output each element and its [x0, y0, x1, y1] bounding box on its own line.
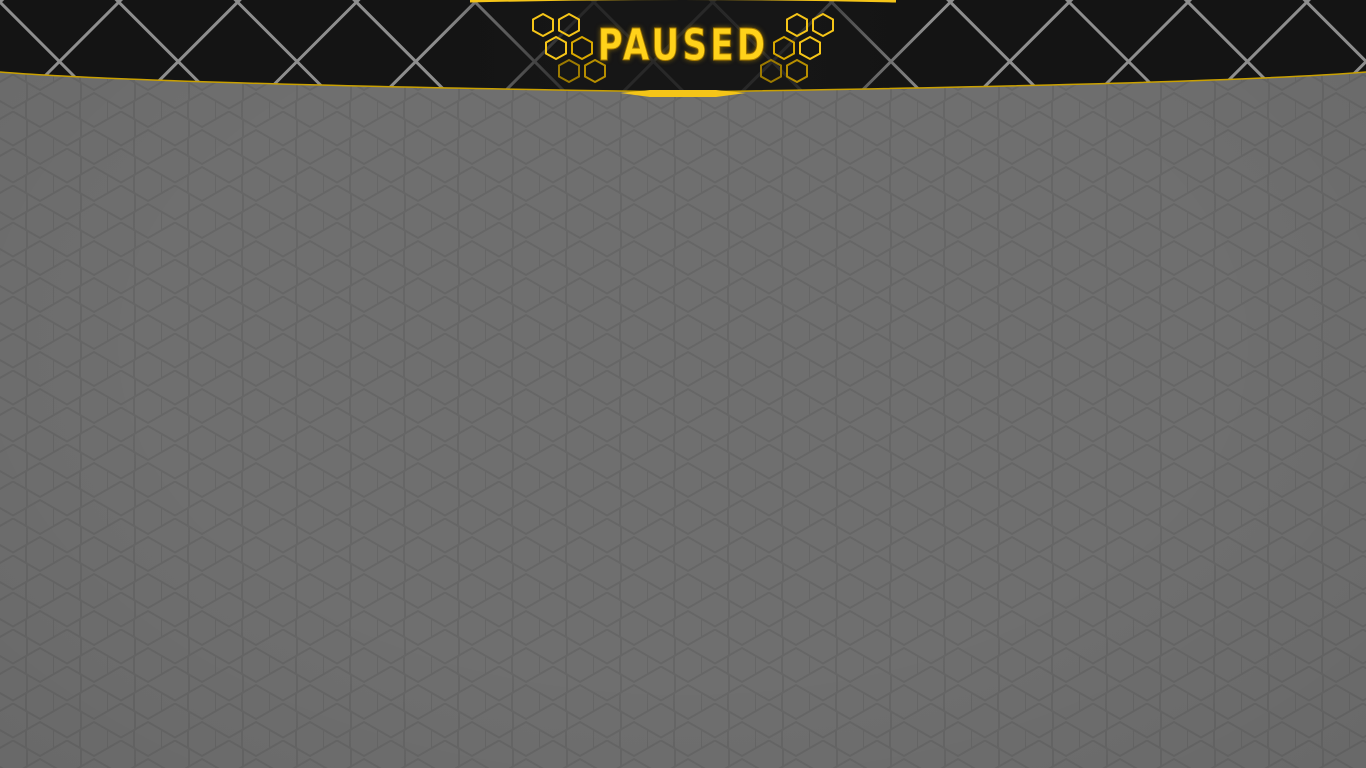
honeycomb-background-pattern: [0, 0, 1366, 768]
pause-screen: PAUSED: [0, 0, 1366, 768]
pause-banner: PAUSED: [0, 0, 1366, 100]
pause-title: PAUSED: [597, 20, 769, 72]
